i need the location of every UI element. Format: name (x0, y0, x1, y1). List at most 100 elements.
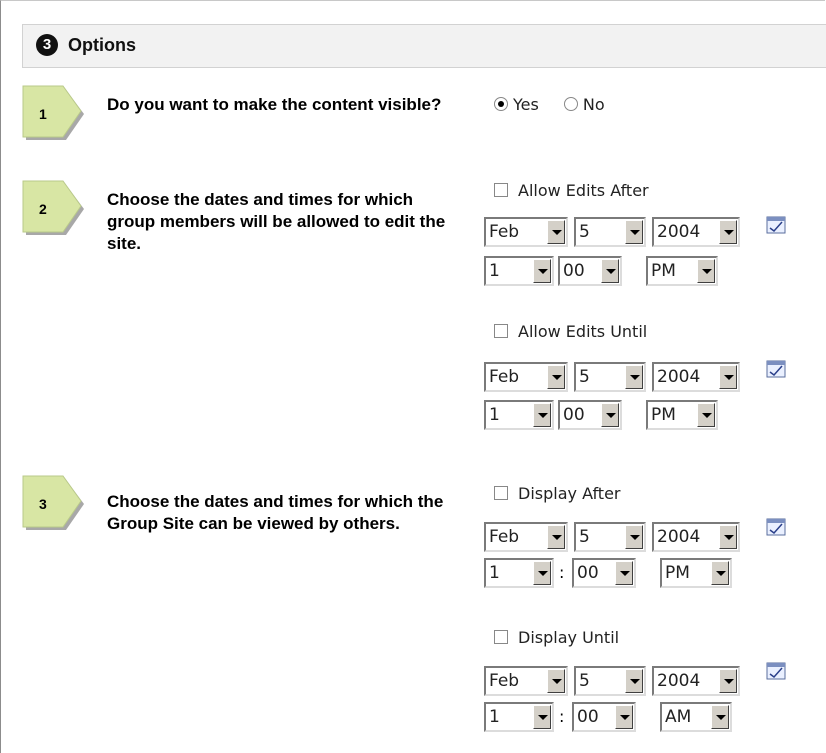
chevron-down-icon[interactable] (719, 525, 737, 549)
visible-no-radio[interactable]: No (563, 95, 605, 114)
select-value: Feb (489, 367, 520, 387)
select-value: Feb (489, 527, 520, 547)
minute-select[interactable]: 00 (558, 400, 622, 430)
hour-select[interactable]: 1 (484, 558, 554, 588)
chevron-down-icon[interactable] (547, 525, 565, 549)
ampm-select[interactable]: AM (660, 702, 732, 732)
chevron-down-icon[interactable] (697, 403, 715, 427)
number-badge-icon: 3 (36, 34, 58, 56)
visible-yes-radio[interactable]: Yes (494, 95, 539, 114)
ampm-select[interactable]: PM (646, 256, 718, 286)
chevron-down-icon[interactable] (625, 525, 643, 549)
select-value: 00 (563, 261, 585, 281)
step-1-question: Do you want to make the content visible? (107, 95, 442, 114)
calendar-icon[interactable] (766, 216, 786, 234)
chevron-down-icon[interactable] (719, 220, 737, 244)
calendar-icon[interactable] (766, 662, 786, 680)
day-select[interactable]: 5 (574, 666, 646, 696)
radio-selected-icon[interactable] (494, 97, 508, 111)
step-arrow-icon (22, 180, 84, 235)
allow-edits-after-checkbox[interactable]: Allow Edits After (494, 181, 649, 200)
chevron-down-icon[interactable] (533, 259, 551, 283)
day-select[interactable]: 5 (574, 217, 646, 247)
select-value: 2004 (657, 527, 701, 547)
minute-select[interactable]: 00 (572, 558, 636, 588)
checkbox-icon[interactable] (494, 630, 508, 644)
checkbox-label: Allow Edits Until (518, 322, 648, 341)
display-until-checkbox[interactable]: Display Until (494, 628, 619, 647)
checkbox-icon[interactable] (494, 183, 508, 197)
chevron-down-icon[interactable] (719, 669, 737, 693)
radio-yes-label: Yes (513, 95, 539, 114)
year-select[interactable]: 2004 (652, 362, 740, 392)
select-value: Feb (489, 671, 520, 691)
chevron-down-icon[interactable] (625, 669, 643, 693)
year-select[interactable]: 2004 (652, 666, 740, 696)
minute-select[interactable]: 00 (572, 702, 636, 732)
select-value: 2004 (657, 671, 701, 691)
select-value: 2004 (657, 367, 701, 387)
checkbox-label: Display After (518, 484, 621, 503)
step-number: 2 (39, 201, 47, 217)
select-value: AM (665, 707, 692, 727)
checkbox-icon[interactable] (494, 486, 508, 500)
step-2-question: Choose the dates and times for which gro… (107, 190, 446, 253)
section-title: Options (68, 35, 136, 55)
calendar-icon[interactable] (766, 518, 786, 536)
chevron-down-icon[interactable] (533, 705, 551, 729)
checkbox-icon[interactable] (494, 324, 508, 338)
select-value: PM (665, 563, 690, 583)
day-select[interactable]: 5 (574, 522, 646, 552)
minute-select[interactable]: 00 (558, 256, 622, 286)
select-value: 00 (577, 707, 599, 727)
checkbox-label: Allow Edits After (518, 181, 649, 200)
allow-edits-until-checkbox[interactable]: Allow Edits Until (494, 322, 647, 341)
month-select[interactable]: Feb (484, 217, 568, 247)
options-header: 3 Options (22, 24, 826, 68)
select-value: 5 (579, 527, 590, 547)
display-after-checkbox[interactable]: Display After (494, 484, 620, 503)
ampm-select[interactable]: PM (660, 558, 732, 588)
chevron-down-icon[interactable] (625, 365, 643, 389)
hour-select[interactable]: 1 (484, 400, 554, 430)
chevron-down-icon[interactable] (533, 561, 551, 585)
step-1-marker: 1 (22, 85, 92, 143)
month-select[interactable]: Feb (484, 362, 568, 392)
chevron-down-icon[interactable] (547, 669, 565, 693)
hour-select[interactable]: 1 (484, 702, 554, 732)
select-value: 5 (579, 222, 590, 242)
select-value: Feb (489, 222, 520, 242)
chevron-down-icon[interactable] (711, 561, 729, 585)
chevron-down-icon[interactable] (601, 403, 619, 427)
select-value: 5 (579, 671, 590, 691)
chevron-down-icon[interactable] (615, 561, 633, 585)
radio-unselected-icon[interactable] (563, 97, 578, 111)
month-select[interactable]: Feb (484, 522, 568, 552)
step-number: 1 (39, 106, 47, 122)
chevron-down-icon[interactable] (719, 365, 737, 389)
time-colon: : (559, 707, 565, 726)
checkbox-label: Display Until (518, 628, 620, 647)
year-select[interactable]: 2004 (652, 522, 740, 552)
calendar-icon[interactable] (766, 360, 786, 378)
select-value: 00 (563, 405, 585, 425)
chevron-down-icon[interactable] (601, 259, 619, 283)
select-value: PM (651, 405, 676, 425)
chevron-down-icon[interactable] (697, 259, 715, 283)
year-select[interactable]: 2004 (652, 217, 740, 247)
time-colon: : (559, 563, 565, 582)
day-select[interactable]: 5 (574, 362, 646, 392)
select-value: 2004 (657, 222, 701, 242)
chevron-down-icon[interactable] (615, 705, 633, 729)
chevron-down-icon[interactable] (547, 365, 565, 389)
visibility-radios: Yes No (494, 95, 605, 114)
chevron-down-icon[interactable] (711, 705, 729, 729)
hour-select[interactable]: 1 (484, 256, 554, 286)
chevron-down-icon[interactable] (625, 220, 643, 244)
ampm-select[interactable]: PM (646, 400, 718, 430)
month-select[interactable]: Feb (484, 666, 568, 696)
chevron-down-icon[interactable] (547, 220, 565, 244)
step-2-marker: 2 (22, 180, 92, 238)
step-3-marker: 3 (22, 475, 92, 533)
chevron-down-icon[interactable] (533, 403, 551, 427)
